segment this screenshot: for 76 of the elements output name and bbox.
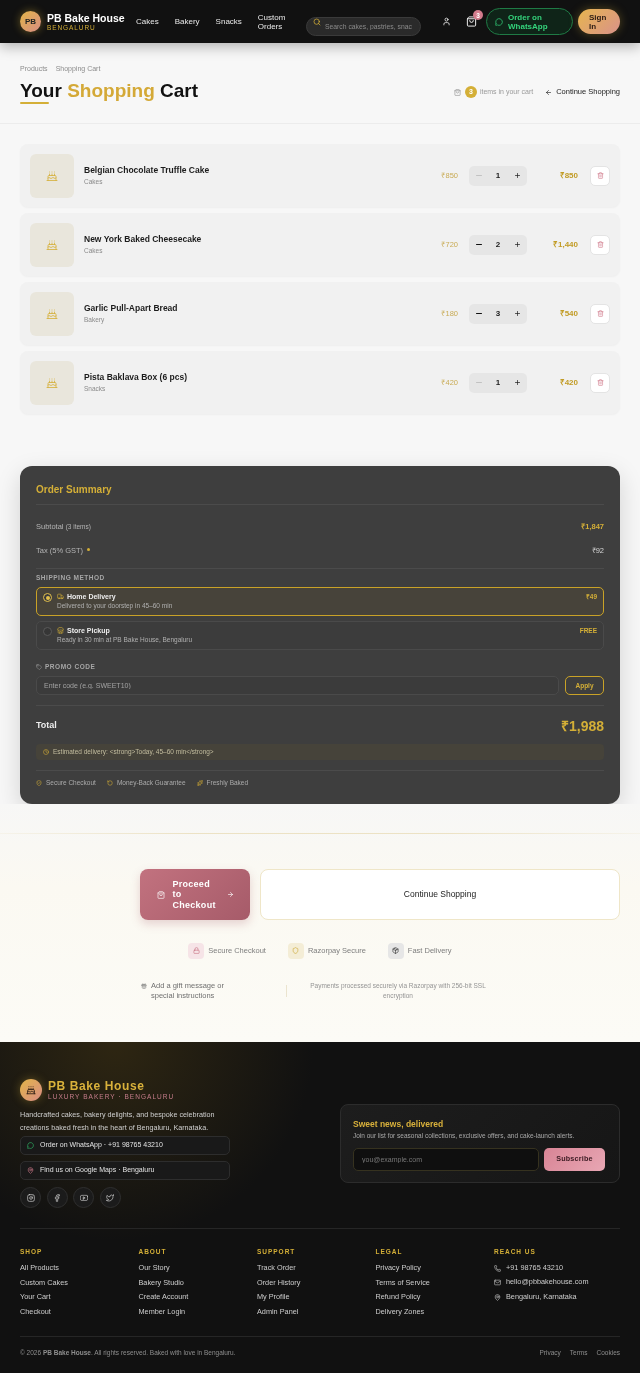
cake-logo-icon xyxy=(20,1079,42,1101)
bag-icon xyxy=(453,88,461,96)
social-button[interactable] xyxy=(46,1187,68,1208)
mail-icon xyxy=(494,1279,501,1287)
logo-badge[interactable]: PB xyxy=(20,11,41,32)
cake-icon xyxy=(46,307,58,320)
search-icon xyxy=(313,17,321,26)
product-name: New York Baked Cheesecake xyxy=(84,234,203,244)
map-pin-icon xyxy=(27,1167,34,1174)
product-name: Belgian Chocolate Truffle Cake xyxy=(84,165,211,175)
twitter-icon xyxy=(106,1193,114,1202)
nav-link[interactable]: Cakes xyxy=(136,17,159,26)
facebook-icon xyxy=(53,1193,61,1202)
total-label: Total xyxy=(36,719,57,733)
social-button[interactable] xyxy=(73,1187,94,1208)
page-title: Your Shopping Cart xyxy=(20,81,199,101)
nav-link[interactable]: Custom Orders xyxy=(257,12,289,31)
quantity-value: 2 xyxy=(494,238,502,251)
continue-shopping-button[interactable]: Continue Shopping xyxy=(260,869,620,920)
map-pin-icon xyxy=(494,1293,501,1301)
social-button[interactable] xyxy=(20,1187,41,1208)
cake-icon xyxy=(46,169,58,182)
plus-icon xyxy=(514,172,521,179)
line-total: ₹850 xyxy=(558,169,578,182)
lock-tile-icon xyxy=(188,942,205,959)
trash-icon xyxy=(596,310,604,317)
phone-icon xyxy=(494,1264,501,1272)
trash-icon xyxy=(596,172,604,179)
bag-icon xyxy=(156,890,165,899)
store-icon xyxy=(57,627,64,634)
circular-arrow-icon xyxy=(106,780,113,786)
chat-bubble-icon xyxy=(27,1142,34,1149)
gift-icon xyxy=(141,983,147,989)
line-total: ₹1,440 xyxy=(551,238,578,251)
arrow-right-icon xyxy=(226,891,234,898)
line-total: ₹540 xyxy=(558,307,578,320)
total-value: ₹1,988 xyxy=(560,716,604,736)
radio-button[interactable] xyxy=(43,627,52,636)
whatsapp-order-button[interactable]: Order on WhatsApp xyxy=(486,8,573,35)
cake-icon xyxy=(46,238,58,251)
title-accent-bar xyxy=(20,102,49,104)
arrow-left-icon xyxy=(545,88,553,96)
radio-button[interactable] xyxy=(43,593,52,602)
nav-link[interactable]: Snacks xyxy=(215,17,242,26)
footer-brand-name: PB Bake House xyxy=(48,1080,146,1092)
cake-icon xyxy=(46,376,58,389)
tag-icon xyxy=(36,663,42,670)
user-icon[interactable] xyxy=(442,17,451,26)
sign-in-button[interactable]: Sign In xyxy=(578,9,620,34)
clock-icon xyxy=(43,749,49,755)
chat-bubble-icon xyxy=(495,17,503,26)
plus-icon xyxy=(514,310,521,317)
youtube-icon xyxy=(79,1193,88,1202)
instagram-icon xyxy=(26,1193,35,1202)
brand-name[interactable]: PB Bake House xyxy=(47,12,125,24)
newsletter-title: Sweet news, delivered xyxy=(353,1120,445,1129)
trash-icon xyxy=(596,379,604,386)
truck-icon xyxy=(57,593,64,600)
cart-icon[interactable] xyxy=(466,16,477,27)
shield-tile-icon xyxy=(287,942,304,959)
quantity-value: 1 xyxy=(494,169,502,182)
quantity-value: 3 xyxy=(494,307,502,320)
product-name: Garlic Pull-Apart Bread xyxy=(84,303,179,313)
product-name: Pista Baklava Box (6 pcs) xyxy=(84,372,188,382)
sparkle-icon xyxy=(196,780,203,786)
trash-icon xyxy=(596,241,604,248)
shield-check-icon xyxy=(36,780,42,786)
plus-icon xyxy=(514,241,521,248)
proceed-to-checkout-button[interactable]: Proceed to Checkout xyxy=(140,869,250,920)
summary-title: Order Summary xyxy=(36,484,113,496)
box-tile-icon xyxy=(387,942,404,959)
plus-icon xyxy=(514,379,521,386)
social-button[interactable] xyxy=(99,1187,121,1208)
line-total: ₹420 xyxy=(558,376,578,389)
nav-link[interactable]: Bakery xyxy=(174,17,200,26)
quantity-value: 1 xyxy=(494,376,502,389)
